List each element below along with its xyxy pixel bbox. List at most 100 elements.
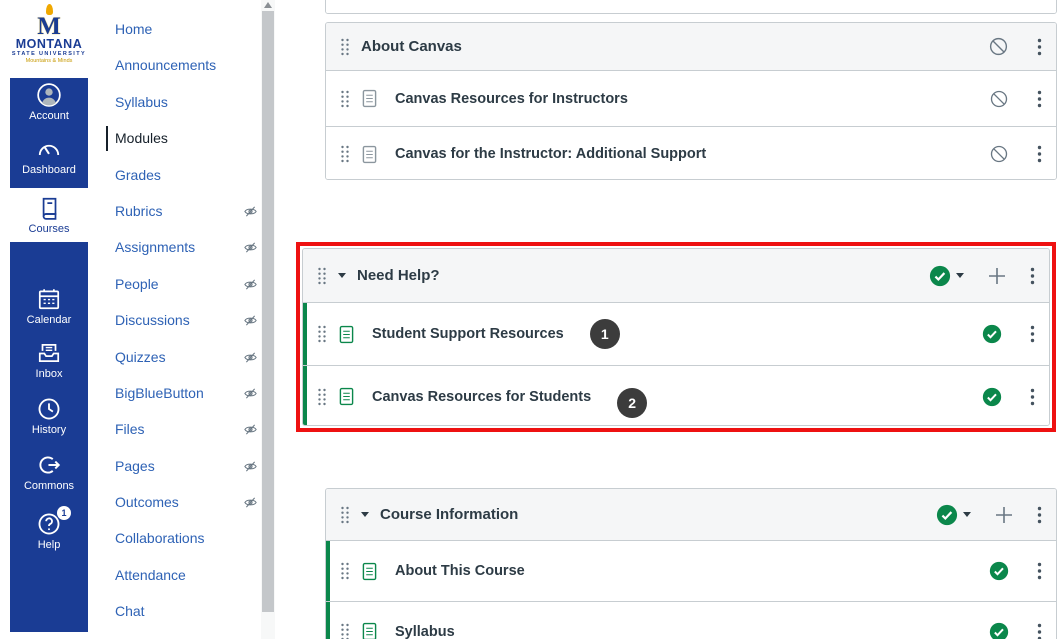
global-nav-help[interactable]: 1 Help (10, 511, 88, 551)
nav-scrollbar[interactable] (261, 0, 275, 639)
hidden-eye-icon (243, 350, 258, 365)
kebab-menu-button[interactable] (1030, 388, 1035, 406)
drag-handle-icon[interactable] (317, 267, 327, 285)
msu-logo[interactable]: M MONTANA STATE UNIVERSITY Mountains & M… (8, 4, 90, 65)
scrollbar-thumb[interactable] (262, 11, 274, 612)
collapse-arrow-icon[interactable] (361, 512, 369, 517)
kebab-menu-button[interactable] (1037, 623, 1042, 639)
course-nav-label: People (115, 276, 159, 292)
course-nav: Home Announcements Syllabus Modules Grad… (115, 11, 265, 630)
course-nav-people[interactable]: People (115, 266, 265, 302)
course-nav-home[interactable]: Home (115, 11, 265, 47)
unpublished-icon[interactable] (989, 144, 1009, 164)
add-item-button[interactable] (995, 506, 1013, 524)
kebab-menu-button[interactable] (1030, 267, 1035, 285)
course-nav-bigbluebutton[interactable]: BigBlueButton (115, 375, 265, 411)
course-nav-attendance[interactable]: Attendance (115, 557, 265, 593)
course-nav-collaborations[interactable]: Collaborations (115, 520, 265, 556)
course-nav-modules[interactable]: Modules (115, 120, 265, 156)
module-item-title[interactable]: Canvas Resources for Students (372, 389, 591, 405)
hidden-eye-icon (243, 386, 258, 401)
global-nav-history[interactable]: History (10, 396, 88, 436)
published-check-icon[interactable] (982, 387, 1002, 407)
kebab-menu-button[interactable] (1037, 562, 1042, 580)
published-check-icon[interactable] (982, 324, 1002, 344)
page-icon (339, 387, 354, 406)
module-about-canvas: About Canvas Canvas Resources for Instru… (325, 22, 1057, 180)
course-nav-label: Modules (115, 130, 168, 146)
drag-handle-icon[interactable] (317, 325, 327, 343)
course-nav-announcements[interactable]: Announcements (115, 47, 265, 83)
module-item-title[interactable]: Syllabus (395, 624, 455, 639)
course-nav-discussions[interactable]: Discussions (115, 302, 265, 338)
global-nav-calendar[interactable]: Calendar (10, 286, 88, 326)
course-nav-label: Rubrics (115, 203, 162, 219)
course-nav-rubrics[interactable]: Rubrics (115, 193, 265, 229)
course-nav-label: Quizzes (115, 349, 166, 365)
history-icon (10, 396, 88, 423)
drag-handle-icon[interactable] (317, 388, 327, 406)
published-check-icon[interactable] (989, 622, 1009, 639)
course-nav-label: Pages (115, 458, 155, 474)
page-icon (362, 145, 377, 164)
global-nav-commons[interactable]: Commons (10, 452, 88, 492)
collapse-arrow-icon[interactable] (338, 273, 346, 278)
unpublished-icon[interactable] (988, 36, 1009, 57)
scrollbar-up-arrow[interactable] (264, 2, 272, 8)
course-nav-label: Attendance (115, 567, 186, 583)
course-nav-assignments[interactable]: Assignments (115, 229, 265, 265)
module-item-title[interactable]: Canvas Resources for Instructors (395, 91, 628, 107)
kebab-menu-button[interactable] (1037, 38, 1042, 56)
publish-status-button[interactable] (936, 504, 971, 526)
page-icon (362, 89, 377, 108)
global-nav-account[interactable]: Account (10, 82, 88, 122)
hidden-eye-icon (243, 313, 258, 328)
kebab-menu-button[interactable] (1037, 90, 1042, 108)
module-course-information: Course Information About This Course (325, 488, 1057, 639)
course-nav-quizzes[interactable]: Quizzes (115, 339, 265, 375)
kebab-menu-button[interactable] (1037, 145, 1042, 163)
course-nav-chat[interactable]: Chat (115, 593, 265, 629)
published-check-icon (929, 265, 951, 287)
global-nav-label: Help (10, 539, 88, 551)
module-item-row: Student Support Resources 1 (303, 303, 1049, 365)
drag-handle-icon[interactable] (340, 145, 350, 163)
publish-dropdown-arrow[interactable] (963, 512, 971, 517)
add-item-button[interactable] (988, 267, 1006, 285)
published-check-icon[interactable] (989, 561, 1009, 581)
course-nav-pages[interactable]: Pages (115, 448, 265, 484)
global-nav-label: Commons (10, 480, 88, 492)
course-nav-grades[interactable]: Grades (115, 157, 265, 193)
module-item-title[interactable]: Student Support Resources (372, 326, 564, 342)
module-item-title[interactable]: Canvas for the Instructor: Additional Su… (395, 146, 706, 162)
module-row-partial[interactable] (325, 0, 1057, 14)
drag-handle-icon[interactable] (340, 506, 350, 524)
hidden-eye-icon (243, 277, 258, 292)
inbox-icon (10, 340, 88, 367)
course-nav-outcomes[interactable]: Outcomes (115, 484, 265, 520)
course-nav-label: Grades (115, 167, 161, 183)
kebab-menu-button[interactable] (1030, 325, 1035, 343)
kebab-menu-button[interactable] (1037, 506, 1042, 524)
global-nav-dashboard[interactable]: Dashboard (10, 136, 88, 176)
course-nav-files[interactable]: Files (115, 411, 265, 447)
annotation-step-badge: 2 (617, 388, 647, 418)
hidden-eye-icon (243, 495, 258, 510)
drag-handle-icon[interactable] (340, 38, 350, 56)
course-nav-label: Assignments (115, 239, 195, 255)
module-item-title[interactable]: About This Course (395, 563, 525, 579)
drag-handle-icon[interactable] (340, 90, 350, 108)
global-nav-label: Dashboard (10, 164, 88, 176)
publish-dropdown-arrow[interactable] (956, 273, 964, 278)
dashboard-icon (10, 136, 88, 163)
global-nav-inbox[interactable]: Inbox (10, 340, 88, 380)
drag-handle-icon[interactable] (340, 562, 350, 580)
publish-status-button[interactable] (929, 265, 964, 287)
page-icon (362, 562, 377, 581)
unpublished-icon[interactable] (989, 89, 1009, 109)
course-nav-syllabus[interactable]: Syllabus (115, 84, 265, 120)
global-nav: Account Dashboard Courses Calendar Inbox (10, 78, 88, 632)
logo-line3: Mountains & Minds (8, 58, 90, 65)
global-nav-courses[interactable]: Courses (10, 188, 88, 242)
drag-handle-icon[interactable] (340, 623, 350, 639)
